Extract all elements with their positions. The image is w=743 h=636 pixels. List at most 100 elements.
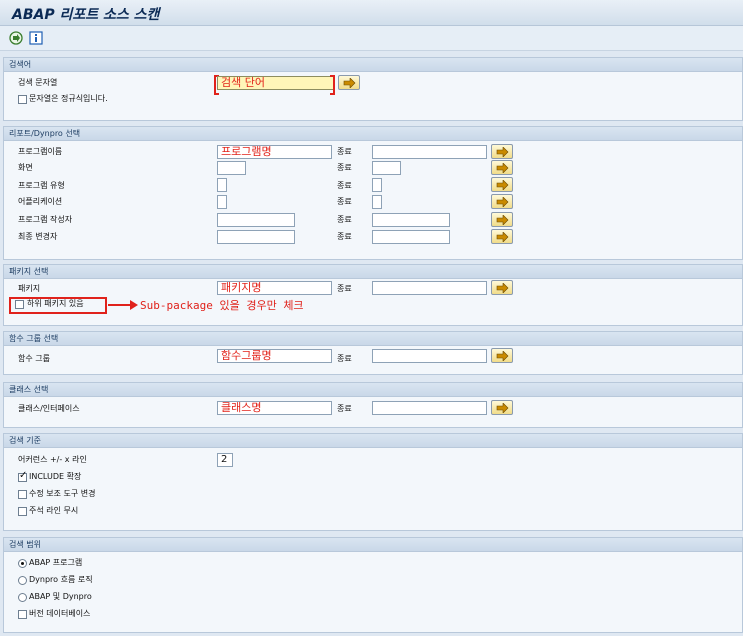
to-label: 종료	[337, 215, 352, 224]
scope-radio-abap-program[interactable]	[18, 559, 27, 568]
program-name-to-input[interactable]	[372, 145, 487, 159]
to-label: 종료	[337, 354, 352, 363]
to-label: 종료	[337, 163, 352, 172]
application-input[interactable]	[217, 195, 227, 209]
subpackage-checkbox[interactable]	[15, 300, 24, 309]
multiple-selection-button[interactable]	[491, 160, 513, 175]
application-to-input[interactable]	[372, 195, 382, 209]
to-label: 종료	[337, 147, 352, 156]
scope-dynpro-flow-label: Dynpro 흐름 로직	[29, 575, 93, 584]
occurrence-lines-input[interactable]: 2	[217, 453, 233, 467]
arrow-right-icon	[496, 180, 509, 190]
scope-radio-abap-and-dynpro[interactable]	[18, 593, 27, 602]
class-to-input[interactable]	[372, 401, 487, 415]
arrow-right-icon	[496, 163, 509, 173]
multiple-selection-button[interactable]	[338, 75, 360, 90]
screen-label: 화면	[18, 163, 33, 172]
include-checkbox[interactable]	[18, 470, 27, 482]
arrow-right-icon	[496, 403, 509, 413]
author-input[interactable]	[217, 213, 295, 227]
search-criteria-group: 검색 기준 어커런스 +/- x 라인 2 INCLUDE 확장 수정 보조 도…	[3, 433, 743, 531]
regex-checkbox[interactable]	[18, 95, 27, 104]
to-label: 종료	[337, 284, 352, 293]
multiple-selection-button[interactable]	[491, 348, 513, 363]
arrow-right-icon	[496, 283, 509, 293]
subpackage-label: 하위 패키지 있음	[27, 299, 84, 308]
annotation-arrow-icon	[108, 300, 138, 310]
regex-label: 문자열은 정규식입니다.	[29, 94, 108, 103]
group-header: 검색어	[4, 58, 742, 72]
last-changed-by-to-input[interactable]	[372, 230, 450, 244]
group-header: 클래스 선택	[4, 383, 742, 397]
search-string-input[interactable]: 검색 단어	[217, 76, 334, 90]
scope-abap-and-dynpro-label: ABAP 및 Dynpro	[29, 592, 92, 601]
package-group: 패키지 선택 패키지 패키지명 종료 하위 패키지 있음 Sub-package…	[3, 264, 743, 326]
annotation-bracket-right	[330, 75, 335, 95]
program-type-label: 프로그램 유형	[18, 181, 65, 190]
package-to-input[interactable]	[372, 281, 487, 295]
screen-to-input[interactable]	[372, 161, 401, 175]
title-bar: ABAP 리포트 소스 스캔	[0, 0, 743, 26]
arrow-right-icon	[343, 78, 356, 88]
search-term-group: 검색어 검색 문자열 검색 단어 문자열은 정규식입니다.	[3, 57, 743, 121]
group-header: 검색 범위	[4, 538, 742, 552]
class-interface-label: 클래스/인터페이스	[18, 404, 80, 413]
report-dynpro-group: 리포트/Dynpro 선택 프로그램이름 프로그램명 종료 화면 종료 프로그램…	[3, 126, 743, 260]
to-label: 종료	[337, 232, 352, 241]
version-database-checkbox[interactable]	[18, 610, 27, 619]
occurrence-lines-label: 어커런스 +/- x 라인	[18, 455, 87, 464]
group-header: 리포트/Dynpro 선택	[4, 127, 742, 141]
multiple-selection-button[interactable]	[491, 280, 513, 295]
class-input[interactable]: 클래스명	[217, 401, 332, 415]
arrow-right-icon	[496, 147, 509, 157]
annotation-text: Sub-package 있을 경우만 체크	[140, 299, 304, 312]
multiple-selection-button[interactable]	[491, 212, 513, 227]
multiple-selection-button[interactable]	[491, 177, 513, 192]
info-icon[interactable]	[29, 31, 43, 45]
group-header: 함수 그룹 선택	[4, 332, 742, 346]
to-label: 종료	[337, 181, 352, 190]
program-name-input[interactable]: 프로그램명	[217, 145, 332, 159]
arrow-right-icon	[496, 351, 509, 361]
function-group-to-input[interactable]	[372, 349, 487, 363]
multiple-selection-button[interactable]	[491, 229, 513, 244]
mod-assistant-checkbox[interactable]	[18, 490, 27, 499]
to-label: 종료	[337, 404, 352, 413]
class-group: 클래스 선택 클래스/인터페이스 클래스명 종료	[3, 382, 743, 428]
scope-abap-program-label: ABAP 프로그램	[29, 558, 83, 567]
ignore-comments-checkbox[interactable]	[18, 507, 27, 516]
function-group-group: 함수 그룹 선택 함수 그룹 함수그룹명 종료	[3, 331, 743, 375]
scope-radio-dynpro-flow[interactable]	[18, 576, 27, 585]
arrow-right-icon	[496, 232, 509, 242]
multiple-selection-button[interactable]	[491, 194, 513, 209]
author-to-input[interactable]	[372, 213, 450, 227]
application-toolbar	[0, 26, 743, 51]
program-name-label: 프로그램이름	[18, 147, 63, 156]
to-label: 종료	[337, 197, 352, 206]
package-label: 패키지	[18, 284, 41, 293]
window-title: ABAP 리포트 소스 스캔	[12, 7, 160, 23]
function-group-label: 함수 그룹	[18, 354, 50, 363]
application-label: 어플리케이션	[18, 197, 63, 206]
arrow-right-icon	[496, 197, 509, 207]
search-scope-group: 검색 범위 ABAP 프로그램 Dynpro 흐름 로직 ABAP 및 Dynp…	[3, 537, 743, 633]
multiple-selection-button[interactable]	[491, 400, 513, 415]
last-changed-by-label: 최종 변경자	[18, 232, 58, 241]
program-type-to-input[interactable]	[372, 178, 382, 192]
search-string-label: 검색 문자열	[18, 78, 58, 87]
last-changed-by-input[interactable]	[217, 230, 295, 244]
program-type-input[interactable]	[217, 178, 227, 192]
version-database-label: 버전 데이터베이스	[29, 609, 91, 618]
execute-icon[interactable]	[9, 31, 23, 45]
screen-input[interactable]	[217, 161, 246, 175]
package-input[interactable]: 패키지명	[217, 281, 332, 295]
multiple-selection-button[interactable]	[491, 144, 513, 159]
arrow-right-icon	[496, 215, 509, 225]
function-group-input[interactable]: 함수그룹명	[217, 349, 332, 363]
group-header: 패키지 선택	[4, 265, 742, 279]
include-label: INCLUDE 확장	[29, 472, 82, 481]
ignore-comments-label: 주석 라인 무시	[29, 506, 79, 515]
author-label: 프로그램 작성자	[18, 215, 73, 224]
mod-assistant-label: 수정 보조 도구 변경	[29, 489, 96, 498]
group-header: 검색 기준	[4, 434, 742, 448]
